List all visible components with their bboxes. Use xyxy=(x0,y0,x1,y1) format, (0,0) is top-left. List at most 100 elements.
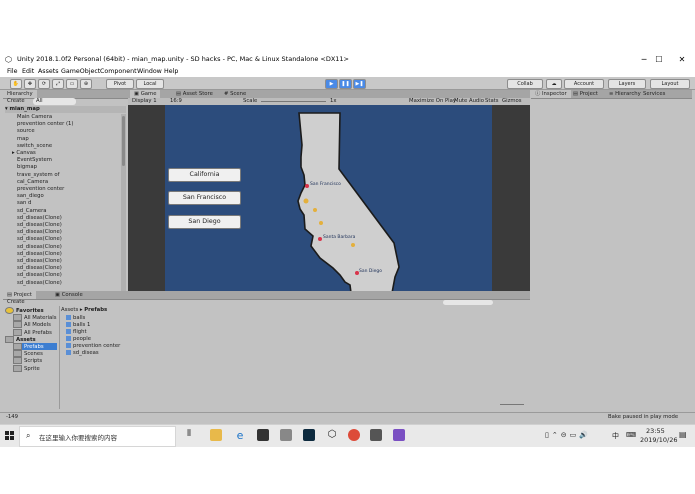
breadcrumb-assets[interactable]: Assets xyxy=(61,307,78,313)
project-search-input[interactable] xyxy=(443,300,493,305)
mute-audio-toggle[interactable]: Mute Audio xyxy=(454,98,484,105)
maximize-on-play-toggle[interactable]: Maximize On Play xyxy=(409,98,456,105)
layers-dropdown[interactable]: Layers xyxy=(608,79,646,89)
asset-item[interactable]: balls xyxy=(66,315,85,322)
tab-hierarchy[interactable]: Hierarchy xyxy=(3,90,37,98)
maximize-icon[interactable]: ☐ xyxy=(651,54,667,65)
menu-file[interactable]: File xyxy=(7,68,18,75)
hierarchy-item[interactable]: prevention center xyxy=(17,186,64,193)
menu-edit[interactable]: Edit xyxy=(22,68,34,75)
hierarchy-item[interactable]: ▸ Canvas xyxy=(12,150,36,157)
photos-icon[interactable] xyxy=(370,429,382,441)
tab-inspector[interactable]: ⓘ Inspector xyxy=(531,90,571,98)
tab-console[interactable]: ▣ Console xyxy=(51,291,87,299)
rotate-tool-icon[interactable]: ⟳ xyxy=(38,79,50,89)
taskbar-search-box[interactable]: ⌕ 在这里输入你要搜索的内容 xyxy=(19,426,176,447)
project-tree-item[interactable]: Scripts xyxy=(13,357,42,365)
menu-assets[interactable]: Assets xyxy=(38,68,59,75)
edge-icon[interactable]: e xyxy=(234,429,246,442)
asset-item[interactable]: people xyxy=(66,336,91,343)
hierarchy-item[interactable]: sd_diseas(Clone) xyxy=(17,215,62,222)
layout-dropdown[interactable]: Layout xyxy=(650,79,690,89)
project-tree-item[interactable]: All Models xyxy=(13,321,51,329)
collab-button[interactable]: Collab xyxy=(507,79,543,89)
tab-asset-store[interactable]: ▤ Asset Store xyxy=(172,90,217,98)
minimize-icon[interactable]: ─ xyxy=(636,54,652,65)
asset-size-slider[interactable] xyxy=(500,404,524,405)
hierarchy-item[interactable]: prevention center (1) xyxy=(17,121,74,128)
hierarchy-item[interactable]: sd_Camera xyxy=(17,208,47,215)
tray-icons[interactable]: ▯⌃⊝▭🔊 xyxy=(545,431,591,439)
task-view-icon[interactable]: ⫴ xyxy=(183,429,195,441)
project-create-button[interactable]: Create xyxy=(7,299,25,306)
hierarchy-search-input[interactable]: All xyxy=(33,98,76,105)
project-tree-item[interactable]: Scenes xyxy=(13,350,43,358)
asset-item[interactable]: sd_diseas xyxy=(66,350,99,357)
notification-icon[interactable]: ▤ xyxy=(679,430,687,439)
hand-tool-icon[interactable]: ✋ xyxy=(10,79,22,89)
hierarchy-item[interactable]: san d xyxy=(17,200,31,207)
file-explorer-icon[interactable] xyxy=(210,429,222,441)
photoshop-icon[interactable] xyxy=(303,429,315,441)
menu-window[interactable]: Window xyxy=(137,68,162,75)
asset-item[interactable]: prevention center xyxy=(66,343,120,350)
project-tree-item[interactable]: Assets xyxy=(5,335,36,343)
windows-start-icon[interactable] xyxy=(5,431,14,440)
tab-scene[interactable]: # Scene xyxy=(220,90,250,98)
close-icon[interactable]: ✕ xyxy=(674,54,690,65)
keyboard-icon[interactable]: ⌨ xyxy=(626,431,636,439)
project-tree-item[interactable]: All Prefabs xyxy=(13,328,52,336)
hierarchy-item[interactable]: sd_diseas(Clone) xyxy=(17,258,62,265)
clock-time[interactable]: 23:55 xyxy=(646,427,665,435)
play-button[interactable]: ▶ xyxy=(325,79,338,89)
local-button[interactable]: Local xyxy=(136,79,164,89)
ime-indicator[interactable]: 中 xyxy=(612,431,619,441)
project-tree-item[interactable]: All Materials xyxy=(13,314,57,322)
menu-help[interactable]: Help xyxy=(164,68,178,75)
tab-services[interactable]: Services xyxy=(639,90,669,98)
move-tool-icon[interactable]: ✥ xyxy=(24,79,36,89)
project-tree-item[interactable]: Prefabs xyxy=(13,343,57,350)
display-dropdown[interactable]: Display 1 xyxy=(132,98,157,105)
account-dropdown[interactable]: Account xyxy=(564,79,604,89)
cloud-icon[interactable]: ☁ xyxy=(546,79,562,89)
stats-toggle[interactable]: Stats xyxy=(485,98,499,105)
tab-project[interactable]: ▤ Project xyxy=(3,291,36,299)
hierarchy-item[interactable]: sd_diseas(Clone) xyxy=(17,236,62,243)
hierarchy-item[interactable]: sd_diseas(Clone) xyxy=(17,244,62,251)
aspect-dropdown[interactable]: 16:9 xyxy=(170,98,182,105)
california-button[interactable]: California xyxy=(168,168,241,182)
hierarchy-item[interactable]: Main Camera xyxy=(17,114,52,121)
tab-project-2[interactable]: ▤ Project xyxy=(569,90,602,98)
hierarchy-item[interactable]: sd_diseas(Clone) xyxy=(17,251,62,258)
hierarchy-item[interactable]: source xyxy=(17,128,35,135)
step-button[interactable]: ▶❚ xyxy=(353,79,366,89)
hierarchy-item[interactable]: trave_system of xyxy=(17,172,59,179)
hierarchy-item[interactable]: sd_diseas(Clone) xyxy=(17,280,62,287)
hierarchy-item[interactable]: sd_diseas(Clone) xyxy=(17,272,62,279)
gizmos-dropdown[interactable]: Gizmos xyxy=(502,98,522,105)
clock-date[interactable]: 2019/10/26 xyxy=(640,436,677,444)
hierarchy-item[interactable]: switch_scene xyxy=(17,143,52,150)
hierarchy-item[interactable]: EventSystem xyxy=(17,157,52,164)
hierarchy-item[interactable]: cal_Camera xyxy=(17,179,48,186)
pivot-button[interactable]: Pivot xyxy=(106,79,134,89)
hierarchy-item[interactable]: map xyxy=(17,136,29,143)
project-tree-item[interactable]: Favorites xyxy=(5,307,44,314)
project-tree-item[interactable]: Sprite xyxy=(13,364,40,372)
pause-button[interactable]: ❚❚ xyxy=(339,79,352,89)
chrome-icon[interactable] xyxy=(348,429,360,441)
asset-item[interactable]: balls 1 xyxy=(66,322,90,329)
hierarchy-item[interactable]: sd_diseas(Clone) xyxy=(17,265,62,272)
hierarchy-item[interactable]: bigmap xyxy=(17,164,37,171)
menu-component[interactable]: Component xyxy=(100,68,137,75)
asset-item[interactable]: flight xyxy=(66,329,87,336)
scale-tool-icon[interactable]: ⤢ xyxy=(52,79,64,89)
menu-gameobject[interactable]: GameObject xyxy=(61,68,100,75)
store-icon[interactable] xyxy=(257,429,269,441)
transform-tool-icon[interactable]: ⊕ xyxy=(80,79,92,89)
mail-icon[interactable] xyxy=(280,429,292,441)
hierarchy-create-button[interactable]: Create xyxy=(7,98,25,105)
rect-tool-icon[interactable]: ▭ xyxy=(66,79,78,89)
hierarchy-item[interactable]: sd_diseas(Clone) xyxy=(17,222,62,229)
